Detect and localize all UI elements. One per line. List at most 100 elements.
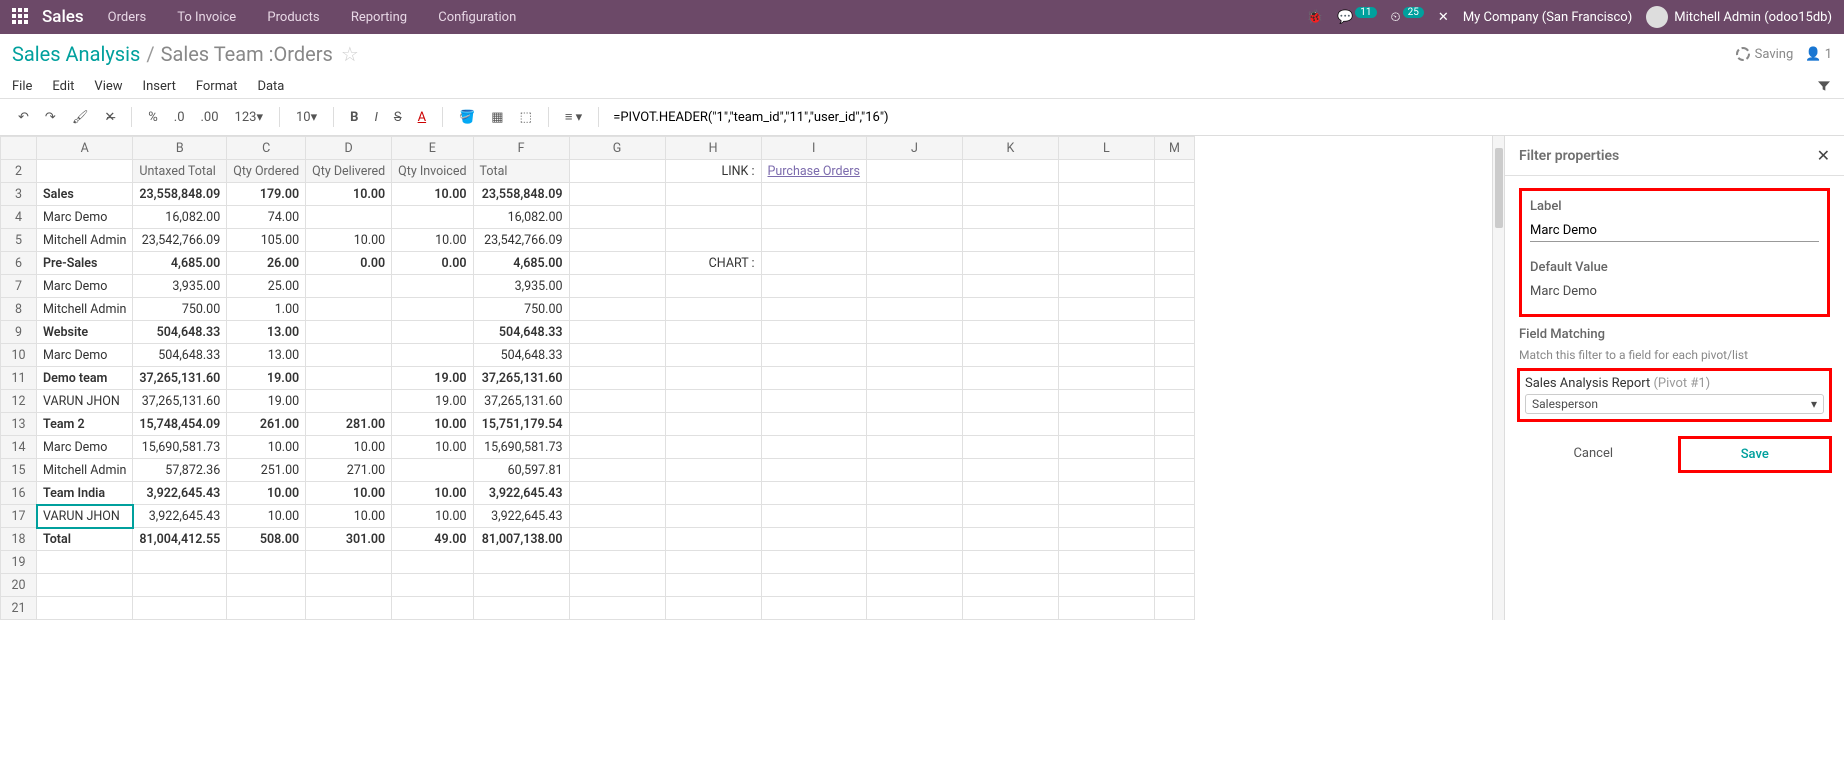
cell[interactable] [665, 574, 761, 597]
col-header[interactable]: J [866, 137, 962, 160]
cell[interactable]: 750.00 [133, 298, 227, 321]
cell[interactable] [306, 551, 392, 574]
col-header[interactable]: M [1154, 137, 1194, 160]
menu-orders[interactable]: Orders [108, 10, 147, 25]
cell[interactable]: 15,690,581.73 [133, 436, 227, 459]
cell[interactable]: Mitchell Admin [37, 229, 133, 252]
row-header[interactable]: 19 [1, 551, 37, 574]
cell[interactable] [306, 275, 392, 298]
cell[interactable]: CHART : [665, 252, 761, 275]
col-header[interactable]: D [306, 137, 392, 160]
cell[interactable]: 57,872.36 [133, 459, 227, 482]
cell[interactable]: 10.00 [392, 436, 473, 459]
cell[interactable] [665, 482, 761, 505]
cell[interactable]: 26.00 [227, 252, 306, 275]
cell[interactable] [665, 321, 761, 344]
cell[interactable]: 25.00 [227, 275, 306, 298]
cell[interactable]: 10.00 [306, 505, 392, 528]
user-menu[interactable]: Mitchell Admin (odoo15db) [1646, 6, 1832, 28]
fill-color-icon[interactable]: 🪣 [453, 106, 481, 129]
menu-products[interactable]: Products [267, 10, 319, 25]
bold-icon[interactable]: B [344, 106, 364, 129]
cell[interactable] [665, 298, 761, 321]
cell[interactable]: 504,648.33 [473, 344, 569, 367]
cell[interactable]: Team 2 [37, 413, 133, 436]
cell[interactable] [665, 367, 761, 390]
cell[interactable] [473, 597, 569, 620]
cell[interactable]: 3,922,645.43 [133, 505, 227, 528]
col-header[interactable]: K [962, 137, 1058, 160]
cell[interactable]: 37,265,131.60 [473, 367, 569, 390]
undo-icon[interactable]: ↶ [12, 106, 35, 129]
col-header[interactable]: A [37, 137, 133, 160]
cell[interactable]: Marc Demo [37, 206, 133, 229]
close-panel-icon[interactable]: ✕ [1817, 146, 1830, 165]
cell[interactable]: 261.00 [227, 413, 306, 436]
row-header[interactable]: 7 [1, 275, 37, 298]
col-header[interactable]: I [761, 137, 866, 160]
cell[interactable] [665, 505, 761, 528]
cell[interactable]: 10.00 [306, 229, 392, 252]
cell[interactable]: 74.00 [227, 206, 306, 229]
col-header[interactable]: B [133, 137, 227, 160]
cell[interactable] [665, 275, 761, 298]
cell[interactable]: Demo team [37, 367, 133, 390]
text-color-icon[interactable]: A [412, 106, 432, 129]
row-header[interactable]: 12 [1, 390, 37, 413]
cell[interactable]: 19.00 [227, 390, 306, 413]
strike-icon[interactable]: S [388, 106, 408, 129]
cell[interactable] [392, 344, 473, 367]
row-header[interactable]: 5 [1, 229, 37, 252]
row-header[interactable]: 17 [1, 505, 37, 528]
cell[interactable]: 251.00 [227, 459, 306, 482]
cell[interactable]: 15,690,581.73 [473, 436, 569, 459]
cell[interactable]: 504,648.33 [133, 344, 227, 367]
cell[interactable]: 3,922,645.43 [473, 482, 569, 505]
cell[interactable]: 3,935.00 [473, 275, 569, 298]
cell[interactable]: Marc Demo [37, 344, 133, 367]
cell[interactable] [227, 574, 306, 597]
cell[interactable]: 23,558,848.09 [133, 183, 227, 206]
cell[interactable] [306, 298, 392, 321]
row-header[interactable]: 3 [1, 183, 37, 206]
number-format-dropdown[interactable]: 123 ▾ [229, 106, 269, 129]
cell[interactable] [227, 597, 306, 620]
menu-insert[interactable]: Insert [143, 79, 176, 94]
cell[interactable] [227, 551, 306, 574]
row-header[interactable]: 20 [1, 574, 37, 597]
cell[interactable]: 10.00 [306, 436, 392, 459]
label-input[interactable] [1530, 220, 1819, 242]
cell[interactable] [37, 551, 133, 574]
cell[interactable]: Pre-Sales [37, 252, 133, 275]
cell[interactable]: 15,748,454.09 [133, 413, 227, 436]
cell[interactable]: 1.00 [227, 298, 306, 321]
menu-reporting[interactable]: Reporting [351, 10, 407, 25]
merge-icon[interactable]: ⬚ [514, 106, 538, 129]
cell[interactable] [306, 321, 392, 344]
field-select[interactable]: Salesperson▾ [1525, 394, 1824, 414]
cell[interactable]: VARUN JHON [37, 505, 133, 528]
cell[interactable] [473, 574, 569, 597]
col-header[interactable]: H [665, 137, 761, 160]
company-switcher[interactable]: My Company (San Francisco) [1463, 10, 1632, 25]
menu-configuration[interactable]: Configuration [438, 10, 516, 25]
cell[interactable] [665, 344, 761, 367]
filter-icon[interactable] [1816, 78, 1832, 94]
cell[interactable]: 19.00 [392, 390, 473, 413]
cell[interactable] [37, 597, 133, 620]
menu-view[interactable]: View [94, 79, 122, 94]
cell[interactable]: 271.00 [306, 459, 392, 482]
decrease-decimal-icon[interactable]: .0 [168, 106, 191, 129]
menu-format[interactable]: Format [196, 79, 238, 94]
cell[interactable] [392, 551, 473, 574]
cell[interactable] [306, 597, 392, 620]
menu-file[interactable]: File [12, 79, 32, 94]
row-header[interactable]: 4 [1, 206, 37, 229]
cell[interactable]: 60,597.81 [473, 459, 569, 482]
cell[interactable]: 10.00 [392, 413, 473, 436]
cell[interactable]: 10.00 [306, 183, 392, 206]
row-header[interactable]: 18 [1, 528, 37, 551]
col-header[interactable]: F [473, 137, 569, 160]
cell[interactable]: 4,685.00 [133, 252, 227, 275]
cell[interactable] [665, 413, 761, 436]
